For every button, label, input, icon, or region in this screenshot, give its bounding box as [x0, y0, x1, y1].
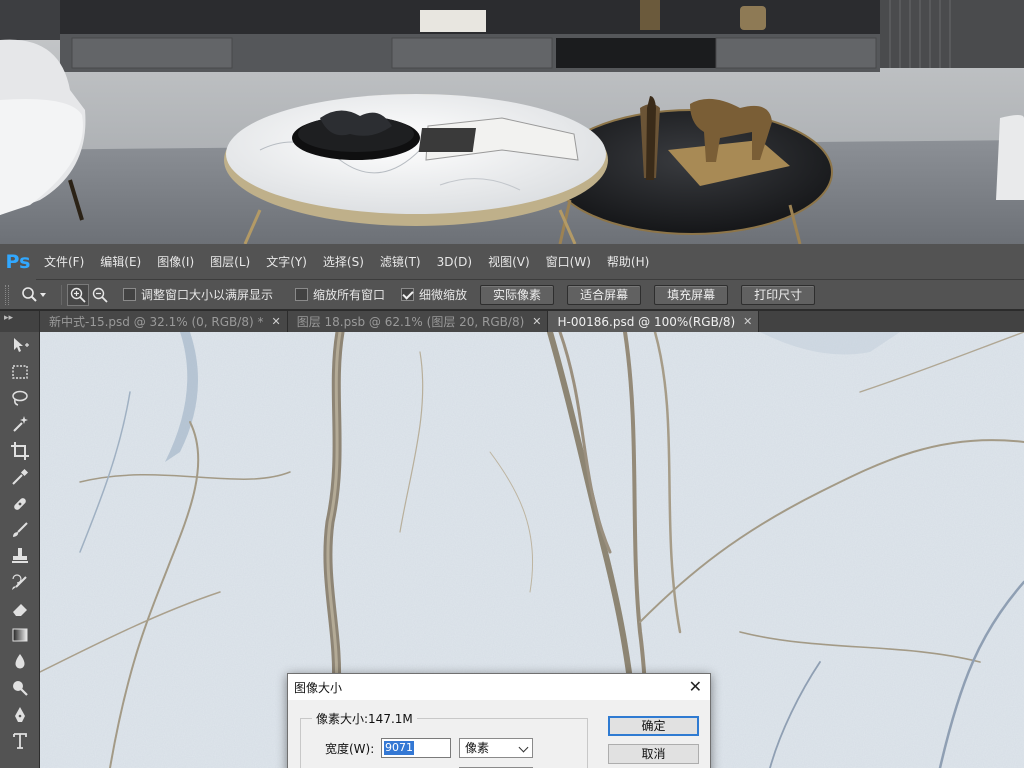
- menu-window[interactable]: 窗口(W): [538, 244, 599, 280]
- fit-screen-button[interactable]: 适合屏幕: [567, 284, 642, 305]
- resize-windows-checkbox[interactable]: [123, 288, 136, 301]
- close-icon[interactable]: ✕: [689, 677, 702, 696]
- healing-brush-tool[interactable]: [0, 490, 40, 516]
- type-icon: [13, 733, 27, 749]
- tab-title: 新中式-15.psd @ 32.1% (0, RGB/8) *: [49, 315, 264, 329]
- living-room-image: [0, 0, 1024, 244]
- tab-document-3[interactable]: H-00186.psd @ 100%(RGB/8) ✕: [548, 311, 760, 332]
- width-unit-value: 像素: [465, 741, 490, 755]
- menu-select[interactable]: 选择(S): [315, 244, 372, 280]
- resize-windows-option[interactable]: 调整窗口大小以满屏显示: [123, 286, 273, 303]
- history-brush-icon: [12, 574, 27, 590]
- scrubby-zoom-checkbox[interactable]: [401, 288, 415, 301]
- tool-preset-picker[interactable]: [21, 284, 47, 306]
- fill-screen-button[interactable]: 填充屏幕: [654, 284, 729, 305]
- image-size-dialog: 图像大小 ✕ 像素大小:147.1M 宽度(W): 9071 像素 确定 取消: [287, 673, 711, 768]
- move-icon: [14, 338, 29, 353]
- menu-type[interactable]: 文字(Y): [258, 244, 315, 280]
- resize-windows-label: 调整窗口大小以满屏显示: [141, 288, 274, 302]
- eyedropper-tool[interactable]: [0, 464, 40, 490]
- eraser-tool[interactable]: [0, 596, 40, 622]
- zoom-all-windows-checkbox[interactable]: [295, 288, 309, 301]
- chevron-down-icon: [518, 742, 529, 753]
- zoom-all-windows-option[interactable]: 缩放所有窗口: [295, 286, 385, 303]
- dialog-title: 图像大小: [288, 674, 710, 700]
- zoom-icon: [22, 286, 46, 302]
- screen: Ps 文件(F) 编辑(E) 图像(I) 图层(L) 文字(Y) 选择(S) 滤…: [0, 0, 1024, 768]
- actual-pixels-button[interactable]: 实际像素: [480, 284, 555, 305]
- eraser-icon: [13, 604, 27, 617]
- close-icon[interactable]: ✕: [271, 315, 280, 328]
- eyedropper-icon: [12, 469, 29, 485]
- dodge-icon: [13, 681, 28, 697]
- zoom-out-button[interactable]: [89, 284, 111, 306]
- magic-wand-icon: [13, 416, 28, 433]
- ok-button[interactable]: 确定: [608, 716, 699, 736]
- menu-image[interactable]: 图像(I): [149, 244, 202, 280]
- marquee-icon: [12, 364, 28, 379]
- clone-stamp-tool[interactable]: [0, 543, 40, 569]
- pixel-size-label: 像素大小:147.1M: [312, 710, 417, 727]
- scrubby-zoom-label: 细微缩放: [419, 288, 468, 302]
- lasso-tool[interactable]: [0, 385, 40, 411]
- crop-icon: [11, 441, 29, 460]
- crop-tool[interactable]: [0, 438, 40, 464]
- tab-title: H-00186.psd @ 100%(RGB/8): [557, 314, 736, 329]
- zoom-out-icon: [92, 287, 108, 303]
- width-label: 宽度(W):: [325, 742, 375, 756]
- dodge-tool[interactable]: [0, 675, 40, 701]
- healing-brush-icon: [14, 497, 26, 510]
- menu-edit[interactable]: 编辑(E): [92, 244, 149, 280]
- menu-bar: Ps 文件(F) 编辑(E) 图像(I) 图层(L) 文字(Y) 选择(S) 滤…: [0, 243, 1024, 280]
- magic-wand-tool[interactable]: [0, 411, 40, 437]
- tab-title: 图层 18.psb @ 62.1% (图层 20, RGB/8): [296, 315, 525, 329]
- cancel-button[interactable]: 取消: [608, 744, 699, 764]
- close-icon[interactable]: ✕: [532, 315, 541, 328]
- tools-panel: ▸▸: [0, 311, 40, 768]
- width-field[interactable]: 9071: [381, 738, 451, 758]
- print-size-button[interactable]: 打印尺寸: [741, 284, 816, 305]
- menu-help[interactable]: 帮助(H): [599, 244, 657, 280]
- options-separator: [61, 284, 62, 305]
- zoom-in-button[interactable]: [67, 283, 89, 306]
- scrubby-zoom-option[interactable]: 细微缩放: [401, 286, 467, 303]
- zoom-in-icon: [70, 287, 86, 303]
- options-grip[interactable]: [5, 284, 9, 305]
- tab-document-2[interactable]: 图层 18.psb @ 62.1% (图层 20, RGB/8) ✕: [287, 311, 549, 332]
- tab-document-1[interactable]: 新中式-15.psd @ 32.1% (0, RGB/8) * ✕: [40, 311, 288, 332]
- history-brush-tool[interactable]: [0, 570, 40, 596]
- pen-tool[interactable]: [0, 701, 40, 727]
- brush-icon: [13, 522, 28, 537]
- gradient-icon: [12, 628, 28, 642]
- width-value: 9071: [384, 741, 414, 755]
- options-bar: 调整窗口大小以满屏显示 缩放所有窗口 细微缩放 实际像素 适合屏幕 填充屏幕 打…: [0, 280, 1024, 310]
- clone-stamp-icon: [12, 548, 28, 564]
- type-tool[interactable]: [0, 728, 40, 754]
- zoom-all-windows-label: 缩放所有窗口: [313, 288, 386, 302]
- pen-icon: [15, 706, 25, 722]
- tools-panel-collapse[interactable]: ▸▸: [0, 311, 39, 332]
- menu-3d[interactable]: 3D(D): [429, 244, 480, 280]
- interior-photo: [0, 0, 1024, 244]
- brush-tool[interactable]: [0, 517, 40, 543]
- menu-filter[interactable]: 滤镜(T): [372, 244, 429, 280]
- blur-icon: [15, 653, 25, 669]
- document-tabs: 新中式-15.psd @ 32.1% (0, RGB/8) * ✕ 图层 18.…: [40, 311, 1024, 332]
- menu-file[interactable]: 文件(F): [36, 244, 92, 280]
- marquee-tool[interactable]: [0, 358, 40, 384]
- close-icon[interactable]: ✕: [743, 315, 752, 328]
- lasso-icon: [12, 390, 28, 406]
- gradient-tool[interactable]: [0, 622, 40, 648]
- menu-view[interactable]: 视图(V): [480, 244, 538, 280]
- photoshop-logo-icon: Ps: [0, 243, 36, 280]
- menu-layer[interactable]: 图层(L): [202, 244, 258, 280]
- blur-tool[interactable]: [0, 649, 40, 675]
- move-tool[interactable]: [0, 332, 40, 358]
- width-unit-select[interactable]: 像素: [459, 738, 533, 758]
